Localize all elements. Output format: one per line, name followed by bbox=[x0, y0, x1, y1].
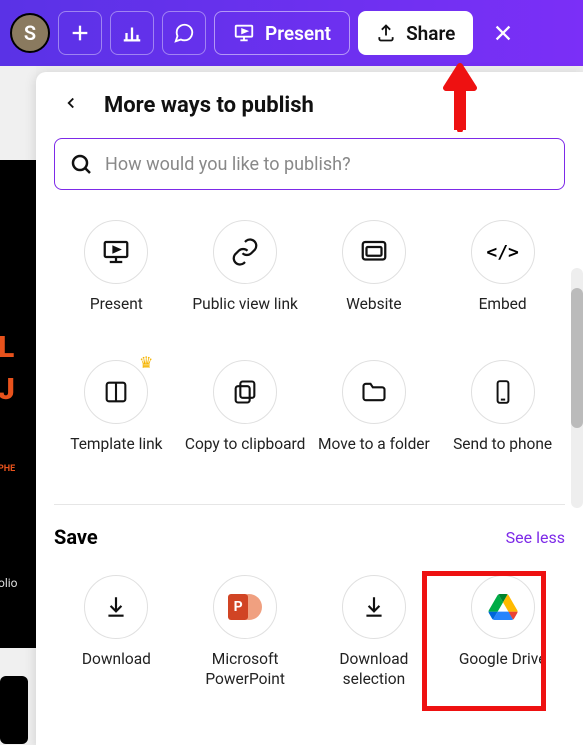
save-section-header: Save See less bbox=[54, 519, 565, 559]
see-less-link[interactable]: See less bbox=[506, 528, 565, 547]
publish-option-label: Move to a folder bbox=[318, 434, 430, 474]
search-icon bbox=[69, 152, 93, 176]
editor-topbar: S Present Share bbox=[0, 0, 583, 66]
share-button-label: Share bbox=[406, 22, 455, 45]
save-option-label: Microsoft PowerPoint bbox=[185, 649, 306, 689]
publish-option-website[interactable]: Website bbox=[312, 212, 437, 342]
publish-option-label: Website bbox=[346, 294, 402, 334]
publish-option-label: Embed bbox=[479, 294, 527, 334]
slide-text-fragment: PHE bbox=[0, 464, 15, 474]
publish-option-label: Present bbox=[90, 294, 143, 334]
folder-icon bbox=[360, 378, 388, 406]
save-option-google-drive[interactable]: Google Drive bbox=[440, 567, 565, 697]
save-option-powerpoint[interactable]: P Microsoft PowerPoint bbox=[183, 567, 308, 697]
embed-icon: </> bbox=[486, 242, 519, 263]
save-option-label: Google Drive bbox=[459, 649, 547, 689]
save-option-download[interactable]: Download bbox=[54, 567, 179, 697]
slide-text-fragment: L bbox=[0, 330, 15, 365]
clipboard-icon bbox=[231, 378, 259, 406]
upload-icon bbox=[376, 23, 396, 43]
search-input[interactable] bbox=[105, 154, 550, 175]
save-grid: Download P Microsoft PowerPoint Download… bbox=[54, 567, 565, 697]
publish-option-embed[interactable]: </> Embed bbox=[440, 212, 565, 342]
publish-option-move-folder[interactable]: Move to a folder bbox=[312, 352, 437, 482]
publish-panel: More ways to publish Present Public view… bbox=[36, 72, 583, 745]
panel-header: More ways to publish bbox=[36, 72, 583, 128]
design-slide-peek bbox=[0, 676, 28, 744]
publish-option-label: Template link bbox=[70, 434, 162, 474]
comment-icon bbox=[173, 22, 195, 44]
publish-option-copy-clipboard[interactable]: Copy to clipboard bbox=[183, 352, 308, 482]
publish-option-present[interactable]: Present bbox=[54, 212, 179, 342]
save-option-label: Download selection bbox=[314, 649, 435, 689]
plus-icon bbox=[69, 22, 91, 44]
panel-scroll[interactable]: Present Public view link Website </> Emb… bbox=[36, 200, 583, 745]
scrollbar[interactable] bbox=[571, 268, 583, 508]
phone-icon bbox=[490, 379, 516, 405]
chevron-left-icon bbox=[62, 94, 80, 112]
crown-icon: ♛ bbox=[139, 353, 153, 372]
publish-option-public-link[interactable]: Public view link bbox=[183, 212, 308, 342]
close-button[interactable] bbox=[481, 22, 525, 44]
present-screen-icon bbox=[101, 237, 131, 267]
comments-button[interactable] bbox=[162, 11, 206, 55]
presentation-icon bbox=[233, 22, 255, 44]
analytics-button[interactable] bbox=[110, 11, 154, 55]
publish-option-label: Copy to clipboard bbox=[185, 434, 306, 474]
scrollbar-thumb[interactable] bbox=[571, 288, 583, 428]
publish-search[interactable] bbox=[54, 138, 565, 190]
back-button[interactable] bbox=[54, 90, 88, 120]
google-drive-icon bbox=[488, 594, 518, 620]
section-divider bbox=[54, 504, 565, 505]
download-icon bbox=[103, 594, 129, 620]
save-section-title: Save bbox=[54, 525, 98, 549]
publish-option-template-link[interactable]: ♛ Template link bbox=[54, 352, 179, 482]
publish-option-label: Send to phone bbox=[453, 434, 552, 474]
bar-chart-icon bbox=[121, 22, 143, 44]
present-button[interactable]: Present bbox=[214, 11, 350, 55]
slide-text-fragment: J bbox=[0, 372, 16, 407]
link-icon bbox=[230, 237, 260, 267]
share-button[interactable]: Share bbox=[358, 11, 473, 55]
publish-option-label: Public view link bbox=[192, 294, 297, 334]
slide-text-fragment: olio bbox=[0, 576, 18, 590]
add-page-button[interactable] bbox=[58, 11, 102, 55]
publish-grid: Present Public view link Website </> Emb… bbox=[54, 212, 565, 482]
save-option-label: Download bbox=[82, 649, 151, 689]
template-icon bbox=[102, 378, 130, 406]
publish-option-send-phone[interactable]: Send to phone bbox=[440, 352, 565, 482]
panel-title: More ways to publish bbox=[104, 93, 314, 118]
save-option-download-selection[interactable]: Download selection bbox=[312, 567, 437, 697]
close-icon bbox=[492, 22, 514, 44]
download-icon bbox=[361, 594, 387, 620]
website-icon bbox=[359, 237, 389, 267]
powerpoint-icon: P bbox=[228, 590, 262, 624]
user-avatar[interactable]: S bbox=[10, 13, 50, 53]
present-button-label: Present bbox=[265, 22, 331, 45]
